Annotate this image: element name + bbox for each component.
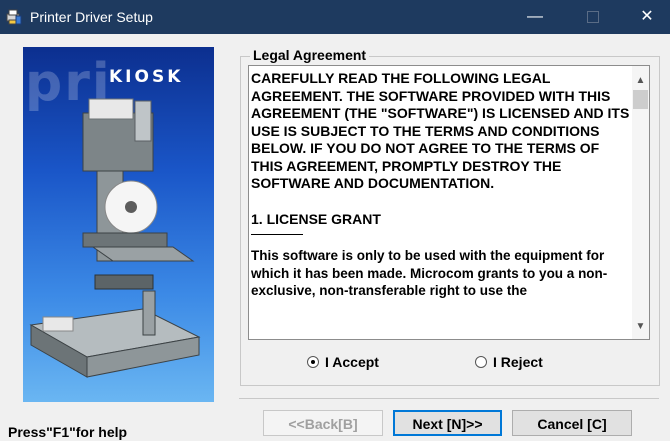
cancel-button[interactable]: Cancel [C] xyxy=(512,410,632,436)
scroll-down-arrow-icon[interactable]: ▼ xyxy=(632,318,649,335)
back-button[interactable]: <<Back[B] xyxy=(263,410,383,436)
button-separator xyxy=(239,398,659,399)
setup-app-icon xyxy=(6,9,22,25)
accept-radio-label: I Accept xyxy=(325,354,379,370)
license-paragraph-intro: CAREFULLY READ THE FOLLOWING LEGAL AGREE… xyxy=(251,70,630,191)
accept-radio[interactable]: I Accept xyxy=(307,354,379,370)
minimize-icon: — xyxy=(527,8,543,25)
title-bar[interactable]: Printer Driver Setup — ✕ xyxy=(0,0,670,34)
license-text-content: CAREFULLY READ THE FOLLOWING LEGAL AGREE… xyxy=(251,70,631,300)
next-button-label: Next [N]>> xyxy=(412,416,483,432)
help-status-text: Press"F1"for help xyxy=(8,424,128,440)
license-heading-grant: 1. LICENSE GRANT xyxy=(251,210,381,227)
scrollbar-thumb[interactable] xyxy=(633,90,648,109)
close-icon: ✕ xyxy=(640,8,654,25)
window-title: Printer Driver Setup xyxy=(30,9,153,25)
reject-radio-label: I Reject xyxy=(493,354,543,370)
cancel-button-label: Cancel [C] xyxy=(537,416,607,432)
license-text-box[interactable]: CAREFULLY READ THE FOLLOWING LEGAL AGREE… xyxy=(248,65,650,340)
reject-radio[interactable]: I Reject xyxy=(475,354,543,370)
maximize-button xyxy=(570,0,616,34)
setup-banner-image: pri KIOSK xyxy=(23,47,214,402)
kiosk-printer-illustration xyxy=(29,98,201,378)
legal-agreement-label: Legal Agreement xyxy=(250,47,370,63)
license-scrollbar[interactable]: ▲ ▼ xyxy=(632,66,649,339)
close-button[interactable]: ✕ xyxy=(624,0,670,34)
maximize-icon xyxy=(587,10,599,23)
license-paragraph-grant: This software is only to be used with th… xyxy=(251,248,608,298)
back-button-label: <<Back[B] xyxy=(288,416,358,432)
next-button[interactable]: Next [N]>> xyxy=(393,410,502,436)
minimize-button[interactable]: — xyxy=(512,0,558,34)
scroll-up-arrow-icon[interactable]: ▲ xyxy=(632,72,649,89)
heading-underline xyxy=(251,234,303,235)
radio-unselected-icon xyxy=(475,356,487,368)
radio-selected-icon xyxy=(307,356,319,368)
